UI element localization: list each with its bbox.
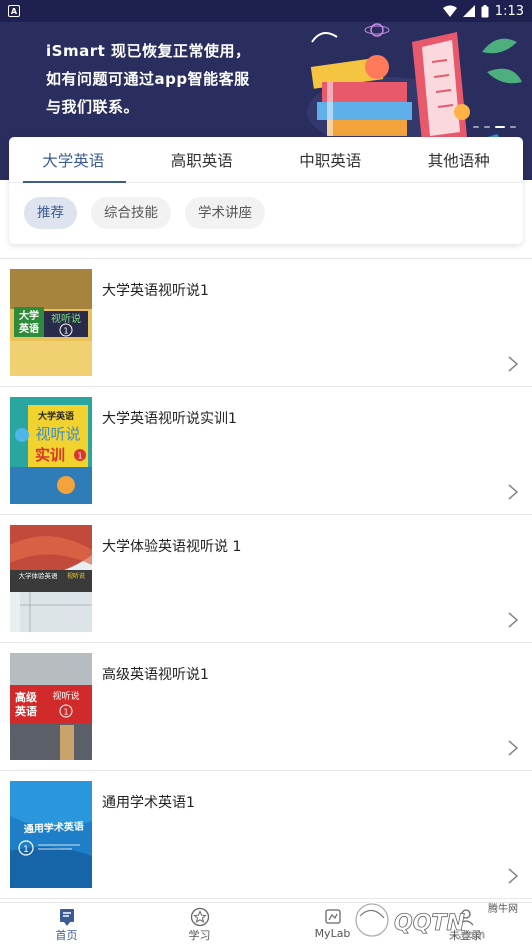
cover-text: 视听说	[35, 425, 80, 443]
app-notification-icon: A	[8, 5, 20, 17]
cover-text: 1	[23, 845, 29, 855]
course-cover: 大学体验英语 视听说	[10, 525, 92, 632]
wifi-icon	[442, 5, 457, 17]
cover-text: 视听说	[67, 572, 85, 580]
cover-text: 视听说	[51, 312, 81, 325]
home-icon	[59, 909, 74, 926]
chevron-right-icon	[508, 740, 519, 756]
pagination-dot	[473, 126, 479, 128]
course-cover: 大学英语 视听说 实训 1	[10, 397, 92, 504]
course-cover: 大学 英语 视听说 1	[10, 269, 92, 376]
course-item[interactable]: 大学英语 视听说 实训 1 大学英语视听说实训1	[0, 387, 532, 515]
signal-icon	[462, 5, 475, 17]
watermark-text: QQTN	[394, 911, 465, 936]
banner-message: iSmart 现已恢复正常使用， 如有问题可通过app智能客服 与我们联系。	[46, 37, 251, 121]
category-card: 大学英语 高职英语 中职英语 其他语种 推荐 综合技能 学术讲座	[9, 137, 523, 244]
cover-text: 大学英语	[38, 410, 74, 422]
watermark-brand: 腾牛网	[488, 902, 518, 915]
cover-text: 大学体验英语	[19, 571, 59, 580]
tab-vocational-english[interactable]: 高职英语	[138, 137, 267, 182]
chevron-right-icon	[508, 868, 519, 884]
filter-chips: 推荐 综合技能 学术讲座	[9, 183, 523, 243]
cover-text: 视听说	[52, 690, 79, 702]
banner-line: 如有问题可通过app智能客服	[46, 70, 250, 88]
cover-text: 1	[63, 708, 68, 717]
app-screen: A 1:13 iSmart 现已恢复正常使用， 如有问题可通过app智能客服 与…	[0, 0, 532, 946]
category-tabs: 大学英语 高职英语 中职英语 其他语种	[9, 137, 523, 183]
star-circle-icon	[190, 907, 209, 927]
course-item[interactable]: 通用学术英语 1 通用学术英语1	[0, 771, 532, 899]
qqtn-watermark: QQTN .com 腾牛网	[354, 902, 518, 941]
cover-text: 大学	[19, 309, 39, 322]
course-list: 大学 英语 视听说 1 大学英语视听说1 大学英语 视听说 实训 1 大学英语视…	[0, 258, 532, 899]
chip-academic-lectures[interactable]: 学术讲座	[185, 197, 265, 229]
banner-line: 与我们联系。	[46, 98, 140, 116]
chevron-right-icon	[508, 484, 519, 500]
course-item[interactable]: 大学体验英语 视听说 大学体验英语视听说 1	[0, 515, 532, 643]
status-time: 1:13	[494, 3, 524, 19]
chevron-right-icon	[508, 356, 519, 372]
course-title: 大学英语视听说实训1	[102, 411, 237, 427]
cover-text: 高级	[15, 690, 38, 704]
course-title: 大学英语视听说1	[102, 283, 209, 299]
nav-home[interactable]: 首页	[0, 903, 133, 946]
course-title: 高级英语视听说1	[102, 667, 209, 683]
course-item[interactable]: 大学 英语 视听说 1 大学英语视听说1	[0, 259, 532, 387]
banner-illustration	[307, 23, 522, 147]
course-cover: 高级 英语 视听说 1	[10, 653, 92, 760]
banner-line: iSmart 现已恢复正常使用，	[46, 42, 251, 60]
course-cover: 通用学术英语 1	[10, 781, 92, 888]
cover-text: 1	[63, 327, 68, 336]
watermark-suffix: .com	[458, 928, 485, 941]
chip-recommended[interactable]: 推荐	[24, 197, 77, 229]
chip-integrated-skills[interactable]: 综合技能	[91, 197, 171, 229]
status-bar: A 1:13	[0, 0, 532, 22]
cover-text: 英语	[14, 704, 37, 718]
pagination-dot	[510, 126, 516, 128]
cover-text: 1	[77, 452, 82, 461]
banner-pagination	[473, 126, 516, 128]
chevron-right-icon	[508, 612, 519, 628]
tab-college-english[interactable]: 大学英语	[9, 137, 138, 183]
tab-other-languages[interactable]: 其他语种	[395, 137, 524, 182]
pagination-dot	[484, 126, 490, 128]
pagination-dot-active	[495, 126, 505, 128]
nav-label: 首页	[55, 929, 78, 942]
course-item[interactable]: 高级 英语 视听说 1 高级英语视听说1	[0, 643, 532, 771]
course-title: 通用学术英语1	[102, 795, 195, 811]
nav-study[interactable]: 学习	[133, 903, 266, 946]
tab-secondary-vocational-english[interactable]: 中职英语	[266, 137, 395, 182]
cover-text: 英语	[18, 322, 39, 335]
battery-icon	[481, 4, 489, 17]
cover-text: 实训	[35, 446, 65, 464]
course-title: 大学体验英语视听说 1	[102, 539, 242, 555]
nav-label: 学习	[188, 929, 211, 942]
